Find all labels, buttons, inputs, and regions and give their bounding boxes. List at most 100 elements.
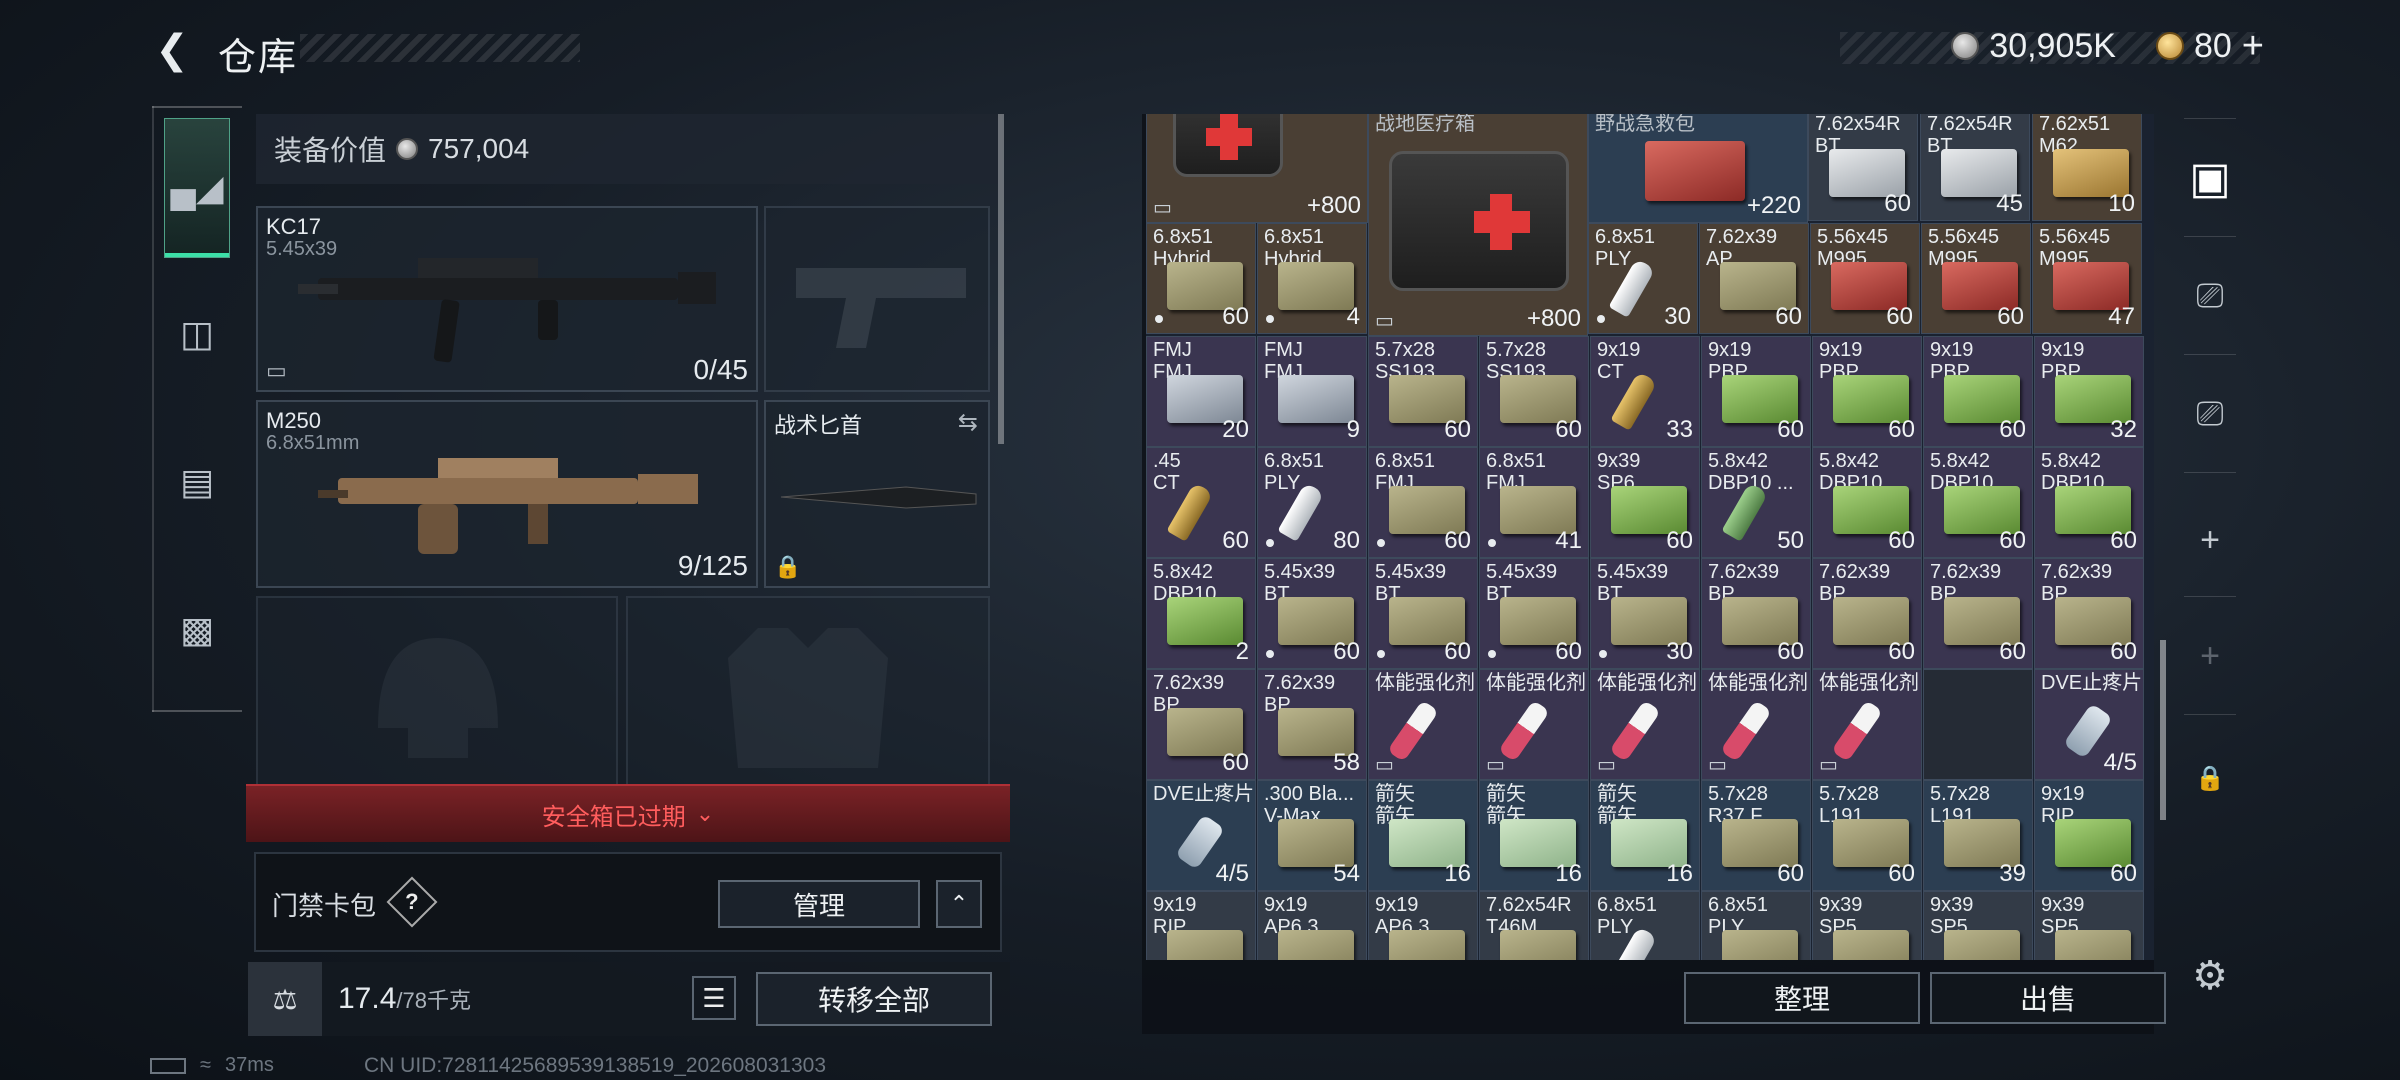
grid-item-stim[interactable]: 体能强化剂 ▭ xyxy=(1701,669,1811,780)
grid-item-medkit[interactable]: ▭ +800 xyxy=(1146,114,1368,223)
grid-item-ammo[interactable]: 6.8x51 PLY xyxy=(1701,891,1811,960)
grid-item-ammo[interactable]: 9x19 PBP 60 xyxy=(1812,336,1922,447)
grid-item-arrow[interactable]: 箭矢 箭矢 16 xyxy=(1479,780,1589,891)
sell-button[interactable]: 出售 xyxy=(1930,972,2166,1024)
grid-item-arrow[interactable]: 箭矢 箭矢 16 xyxy=(1368,780,1478,891)
grid-item-ammo[interactable]: 7.62x54R BT 60 xyxy=(1808,114,1918,221)
grid-item-ammo[interactable]: 6.8x51 PLY 80 xyxy=(1257,447,1367,558)
tab-case[interactable]: ▩ xyxy=(164,560,230,700)
grid-item-ammo[interactable]: 7.62x51 M62 10 xyxy=(2032,114,2142,221)
grid-item-stim[interactable]: 体能强化剂 ▭ xyxy=(1479,669,1589,780)
gold-amount: 80 xyxy=(2193,26,2232,65)
armor-slot[interactable] xyxy=(626,596,990,786)
grid-item-ammo[interactable]: 5.7x28 R37.F 60 xyxy=(1701,780,1811,891)
grid-item-ammo[interactable]: 9x19 RIP 60 xyxy=(2034,780,2144,891)
grid-item-ammo[interactable]: 7.62x39 AP 60 xyxy=(1699,223,1809,334)
grid-item-ammo[interactable]: .45 CT 60 xyxy=(1146,447,1256,558)
status-bar: ≈ 37ms xyxy=(150,1054,274,1077)
grid-item-ammo[interactable]: 9x39 SP5 xyxy=(1923,891,2033,960)
grid-item-ammo[interactable]: 7.62x39 BP 60 xyxy=(1701,558,1811,669)
grid-item-ammo[interactable]: 9x19 AP6.3 xyxy=(1368,891,1478,960)
stash-scrollbar[interactable] xyxy=(2160,640,2166,820)
grid-item-ammo[interactable]: 7.62x39 BP 60 xyxy=(1146,669,1256,780)
grid-item-ammo[interactable]: 9x19 PBP 32 xyxy=(2034,336,2144,447)
grid-item-ammo[interactable]: 9x19 CT 33 xyxy=(1590,336,1700,447)
grid-item-ammo[interactable]: 9x19 AP6.3 xyxy=(1257,891,1367,960)
tab-backpack[interactable]: ▤ xyxy=(164,412,230,552)
grid-item-painkiller[interactable]: DVE止疼片 4/5 xyxy=(1146,780,1256,891)
collapse-button[interactable]: ⌃ xyxy=(936,880,982,928)
swap-icon[interactable]: ⇆ xyxy=(958,408,978,437)
stash-page-2[interactable]: ⎚ xyxy=(2178,264,2242,328)
grid-item-ammo[interactable]: 5.7x28 SS193 60 xyxy=(1479,336,1589,447)
primary-weapon-slot[interactable]: KC17 5.45x39 ▭ 0/45 xyxy=(256,206,758,392)
grid-item-ammo[interactable]: 5.45x39 BT 60 xyxy=(1368,558,1478,669)
grid-item-ammo[interactable]: 5.7x28 SS193 60 xyxy=(1368,336,1478,447)
grid-item-painkiller[interactable]: DVE止疼片 4/5 xyxy=(2034,669,2144,780)
grid-item-ammo[interactable]: 6.8x51 PLY 30 xyxy=(1588,223,1698,334)
grid-item-ammo[interactable]: 7.62x39 BP 58 xyxy=(1257,669,1367,780)
grid-item-ammo[interactable]: 5.8x42 DBP10 60 xyxy=(1923,447,2033,558)
back-button[interactable]: ❮ xyxy=(150,28,194,72)
locked-stash[interactable]: 🔒 xyxy=(2178,746,2242,810)
grid-item-ammo[interactable]: 9x39 SP5 xyxy=(2034,891,2144,960)
grid-item-ammo[interactable]: 5.7x28 L191 39 xyxy=(1923,780,2033,891)
grid-item-ammo[interactable]: 7.62x54R BT 45 xyxy=(1920,114,2030,221)
grid-item-ammo[interactable]: 6.8x51 Hybrid 60 xyxy=(1146,223,1256,334)
grid-empty-cell[interactable] xyxy=(1923,669,2033,780)
transfer-all-button[interactable]: 转移全部 xyxy=(756,972,992,1026)
grid-item-ammo[interactable]: 7.62x39 BP 60 xyxy=(2034,558,2144,669)
injector-image xyxy=(1831,699,1883,763)
grid-item-ammo[interactable]: 7.62x54R T46M xyxy=(1479,891,1589,960)
secondary-weapon-slot[interactable]: M250 6.8x51mm 9/125 xyxy=(256,400,758,588)
grid-item-ammo[interactable]: 9x39 SP5 xyxy=(1812,891,1922,960)
grid-item-ammo[interactable]: 5.45x39 BT 60 xyxy=(1479,558,1589,669)
grid-item-ammo[interactable]: 9x19 RIP xyxy=(1146,891,1256,960)
grid-item-ammo[interactable]: 7.62x39 BP 60 xyxy=(1923,558,2033,669)
stash-page-4[interactable]: ⎚ xyxy=(2178,382,2242,446)
sort-button[interactable]: 整理 xyxy=(1684,972,1920,1024)
tab-armor[interactable]: ◫ xyxy=(164,264,230,404)
grid-item-ammo[interactable]: 5.8x42 DBP10 2 xyxy=(1146,558,1256,669)
grid-item-ammo[interactable]: 5.45x39 BT 30 xyxy=(1590,558,1700,669)
gold-add-button[interactable]: + xyxy=(2242,25,2264,68)
stash-tab[interactable]: ▣ xyxy=(2178,146,2242,210)
grid-item-first-aid-kit[interactable]: 野战急救包 +220 xyxy=(1588,114,1808,223)
grid-item-stim[interactable]: 体能强化剂 ▭ xyxy=(1590,669,1700,780)
item-count: 39 xyxy=(1999,860,2026,887)
equipment-scrollbar[interactable] xyxy=(998,114,1004,444)
add-stash-button[interactable]: + xyxy=(2178,508,2242,572)
grid-item-ammo[interactable]: 6.8x51 PLY xyxy=(1590,891,1700,960)
grid-item-ammo[interactable]: 7.62x39 BP 60 xyxy=(1812,558,1922,669)
grid-item-stim[interactable]: 体能强化剂 ▭ xyxy=(1812,669,1922,780)
pistol-slot[interactable] xyxy=(764,206,990,392)
grid-item-ammo[interactable]: 5.8x42 DBP10 60 xyxy=(2034,447,2144,558)
safe-box-expired-bar[interactable]: 安全箱已过期 ⌄ xyxy=(246,784,1010,842)
grid-item-arrow[interactable]: 箭矢 箭矢 16 xyxy=(1590,780,1700,891)
grid-item-ammo[interactable]: 5.56x45 M995 47 xyxy=(2032,223,2142,334)
grid-item-ammo[interactable]: .300 Bla... V-Max 54 xyxy=(1257,780,1367,891)
add-stash-button-disabled[interactable]: + xyxy=(2178,624,2242,688)
grid-item-ammo[interactable]: 5.45x39 BT 60 xyxy=(1257,558,1367,669)
grid-item-ammo[interactable]: 5.56x45 M995 60 xyxy=(1810,223,1920,334)
grid-item-ammo[interactable]: 9x39 SP6 60 xyxy=(1590,447,1700,558)
grid-item-ammo[interactable]: 9x19 PBP 60 xyxy=(1923,336,2033,447)
grid-item-ammo[interactable]: 5.56x45 M995 60 xyxy=(1921,223,2031,334)
grid-item-ammo[interactable]: 5.7x28 L191 60 xyxy=(1812,780,1922,891)
tab-weapons[interactable]: ▄◢ xyxy=(164,118,230,258)
grid-item-ammo[interactable]: 6.8x51 FMJ 41 xyxy=(1479,447,1589,558)
list-view-button[interactable]: ☰ xyxy=(692,976,736,1020)
grid-item-ammo[interactable]: 9x19 PBP 60 xyxy=(1701,336,1811,447)
helmet-slot[interactable] xyxy=(256,596,618,786)
grid-item-field-medkit[interactable]: 战地医疗箱 ▭ +800 xyxy=(1368,114,1588,336)
manage-button[interactable]: 管理 xyxy=(718,880,920,928)
grid-item-ammo[interactable]: 6.8x51 FMJ 60 xyxy=(1368,447,1478,558)
grid-item-ammo[interactable]: 6.8x51 Hybrid 4 xyxy=(1257,223,1367,334)
grid-item-ammo[interactable]: 5.8x42 DBP10 60 xyxy=(1812,447,1922,558)
grid-item-ammo[interactable]: FMJ FMJ 9 xyxy=(1257,336,1367,447)
melee-slot[interactable]: 战术匕首 ⇆ 🔒 xyxy=(764,400,990,588)
settings-button[interactable]: ⚙ xyxy=(2178,944,2242,1008)
grid-item-stim[interactable]: 体能强化剂 ▭ xyxy=(1368,669,1478,780)
grid-item-ammo[interactable]: 5.8x42 DBP10 ... 50 xyxy=(1701,447,1811,558)
grid-item-ammo[interactable]: FMJ FMJ 20 xyxy=(1146,336,1256,447)
